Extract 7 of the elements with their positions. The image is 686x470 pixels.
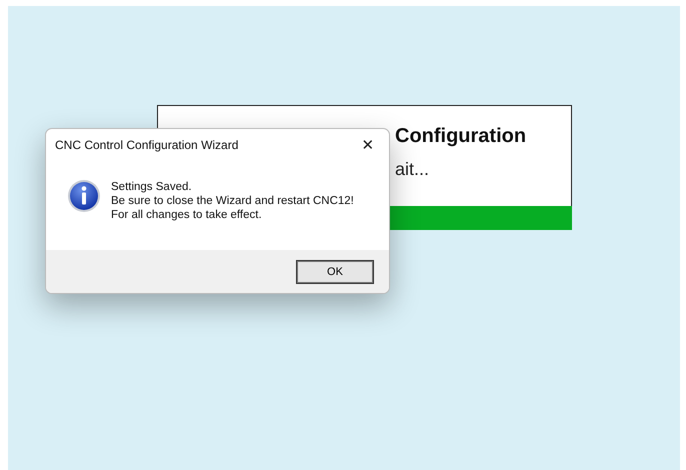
dialog-message: Settings Saved. Be sure to close the Wizard and restart CNC12! For all changes to take effect.	[111, 180, 354, 222]
ok-button[interactable]: OK	[296, 260, 374, 284]
close-button[interactable]: ✕	[353, 131, 383, 159]
splash-heading: Configuration	[395, 124, 528, 148]
info-icon	[67, 179, 101, 213]
dialog-title: CNC Control Configuration Wizard	[55, 138, 238, 152]
splash-status: ait...	[395, 158, 430, 180]
